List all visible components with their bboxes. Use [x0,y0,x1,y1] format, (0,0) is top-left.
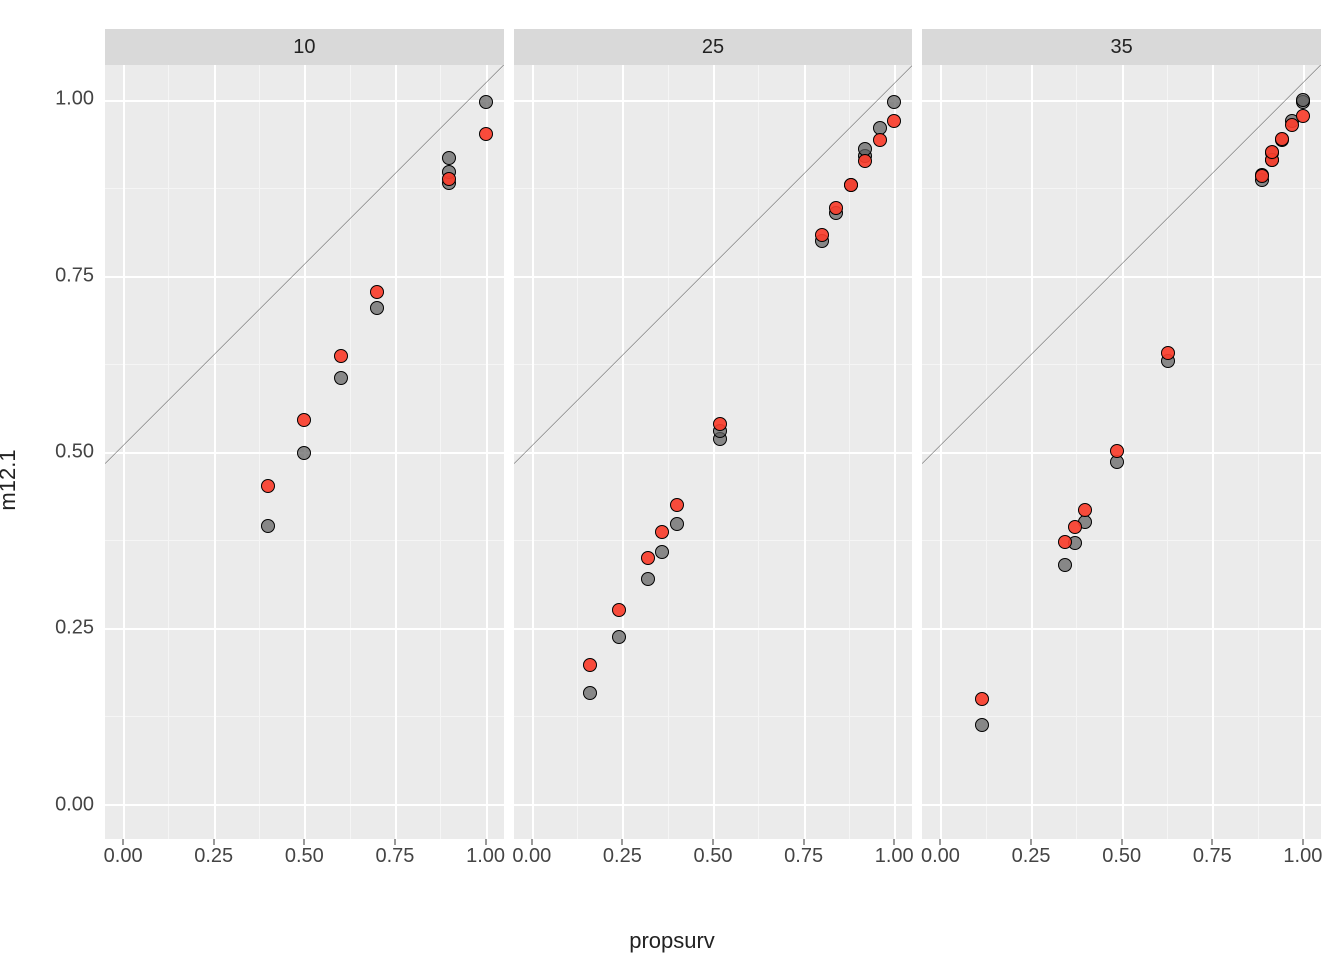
x-tick-label: 0.50 [285,845,324,868]
major-gridline [514,100,913,102]
x-tick-label: 0.75 [375,845,414,868]
data-point [612,630,626,644]
x-tick-label: 0.00 [921,845,960,868]
data-point [815,228,829,242]
major-gridline [922,628,1321,630]
data-point [479,95,493,109]
data-point [370,285,384,299]
y-tick-label: 1.00 [55,88,94,111]
major-gridline [514,276,913,278]
data-point [887,114,901,128]
x-tick-label: 0.25 [1012,845,1051,868]
facet-strip-label: 35 [922,29,1321,65]
data-point [297,413,311,427]
data-point [1296,109,1310,123]
x-axis-title: propsurv [629,928,715,954]
data-point [829,201,843,215]
data-point [858,154,872,168]
major-gridline [105,628,504,630]
major-gridline [514,628,913,630]
data-point [1068,520,1082,534]
x-tick-label: 0.00 [104,845,143,868]
data-point [1275,132,1289,146]
data-point [612,603,626,617]
data-point [370,301,384,315]
data-point [1296,93,1310,107]
plot-area [922,65,1321,839]
data-point [1110,444,1124,458]
x-axis-ticks: 0.00 0.25 0.50 0.75 1.00 [514,839,913,895]
x-tick-label: 1.00 [466,845,505,868]
data-point [670,498,684,512]
data-point [975,692,989,706]
faceted-scatter-chart: m12.1 propsurv 0.000.250.500.751.00 100.… [0,0,1344,960]
data-point [1058,558,1072,572]
major-gridline [514,804,913,806]
data-point [297,446,311,460]
data-point [334,371,348,385]
data-point [655,525,669,539]
major-gridline [105,804,504,806]
data-point [1161,346,1175,360]
major-gridline [105,276,504,278]
major-gridline [922,804,1321,806]
data-point [1265,145,1279,159]
data-point [975,718,989,732]
data-point [583,658,597,672]
x-axis-ticks: 0.00 0.25 0.50 0.75 1.00 [922,839,1321,895]
data-point [1058,535,1072,549]
major-gridline [922,100,1321,102]
data-point [887,95,901,109]
x-axis-ticks: 0.00 0.25 0.50 0.75 1.00 [105,839,504,895]
x-tick-label: 0.50 [1102,845,1141,868]
x-tick-label: 0.25 [603,845,642,868]
x-tick-label: 0.00 [512,845,551,868]
plot-area [105,65,504,839]
x-tick-label: 1.00 [1283,845,1322,868]
major-gridline [922,276,1321,278]
facet-panels: 10 0.00 0.25 0.50 0.75 1.00 25 0.00 0.25 0.50 0.75… [104,28,1322,896]
y-axis-title: m12.1 [0,449,21,510]
x-tick-label: 0.75 [1193,845,1232,868]
data-point [713,417,727,431]
data-point [442,172,456,186]
y-tick-label: 0.00 [55,793,94,816]
data-point [261,519,275,533]
data-point [641,572,655,586]
facet-strip-label: 25 [514,29,913,65]
data-point [1255,169,1269,183]
x-tick-label: 0.50 [694,845,733,868]
facet-panel: 25 0.00 0.25 0.50 0.75 1.00 [513,28,914,896]
x-tick-label: 0.25 [194,845,233,868]
data-point [334,349,348,363]
x-tick-label: 0.75 [784,845,823,868]
data-point [261,479,275,493]
data-point [844,178,858,192]
major-gridline [514,452,913,454]
facet-strip-label: 10 [105,29,504,65]
data-point [670,517,684,531]
plot-area [514,65,913,839]
data-point [1078,503,1092,517]
y-tick-label: 0.50 [55,441,94,464]
facet-panel: 10 0.00 0.25 0.50 0.75 1.00 [104,28,505,896]
y-tick-label: 0.75 [55,264,94,287]
facet-panel: 35 0.00 0.25 0.50 0.75 1.00 [921,28,1322,896]
x-tick-label: 1.00 [875,845,914,868]
data-point [655,545,669,559]
data-point [583,686,597,700]
data-point [479,127,493,141]
data-point [641,551,655,565]
y-tick-label: 0.25 [55,617,94,640]
data-point [442,151,456,165]
data-point [873,133,887,147]
major-gridline [105,100,504,102]
y-axis-ticks: 0.00 0.25 0.50 0.75 1.00 [36,0,100,960]
